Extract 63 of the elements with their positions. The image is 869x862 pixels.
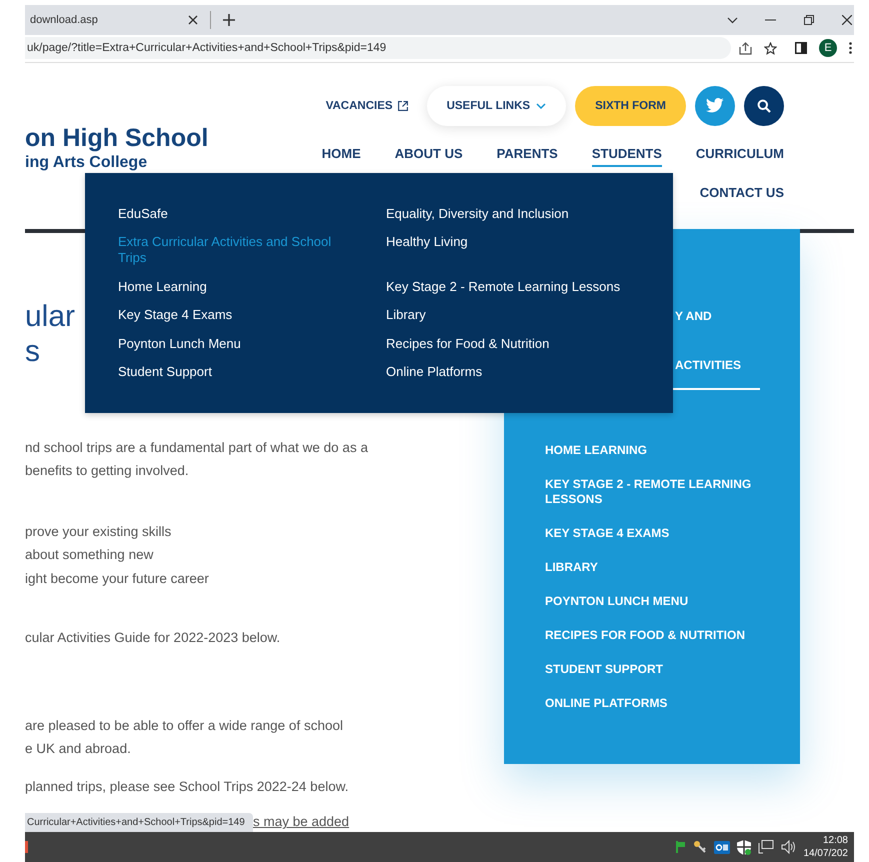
network-icon[interactable] xyxy=(758,840,774,854)
bird-icon xyxy=(706,98,724,114)
speaker-icon[interactable] xyxy=(780,840,796,854)
text-link[interactable]: s may be added xyxy=(253,814,350,830)
body-text: about something new xyxy=(25,546,154,564)
clock[interactable]: 12:08 14/07/202 xyxy=(804,834,848,860)
close-icon[interactable] xyxy=(188,15,198,25)
body-text: ight become your future career xyxy=(25,570,210,588)
school-subtitle: ing Arts College xyxy=(25,152,148,173)
nav-link[interactable]: CONTACT US xyxy=(700,184,784,206)
nav-link[interactable]: ABOUT US xyxy=(394,146,463,167)
dropdown-item[interactable]: Student Support xyxy=(118,364,358,380)
dropdown-item[interactable]: Extra Curricular Activities and School Trips xyxy=(118,234,358,266)
mail-app-icon[interactable] xyxy=(714,840,730,854)
dropdown-item[interactable]: Equality, Diversity and Inclusion xyxy=(386,206,673,222)
dropdown-item[interactable]: EduSafe xyxy=(118,206,358,222)
body-text: are pleased to be able to offer a wide range of school xyxy=(25,716,344,735)
page-heading: s xyxy=(25,334,40,369)
page-heading: ular xyxy=(25,298,76,334)
close-icon[interactable] xyxy=(842,15,852,25)
body-text: benefits to getting involved. xyxy=(25,462,190,480)
dropdown-item[interactable]: Poynton Lunch Menu xyxy=(118,336,358,352)
dropdown-item[interactable]: Library xyxy=(386,307,673,324)
search-button[interactable] xyxy=(744,86,784,126)
profile-avatar[interactable]: E xyxy=(819,39,837,58)
body-text: nd school trips are a fundamental part of what we do as a xyxy=(25,438,369,457)
body-text: planned trips, please see School Trips 2022-24 below. xyxy=(25,778,350,796)
app-icon[interactable] xyxy=(25,841,28,854)
chevron-down-icon[interactable] xyxy=(727,16,738,24)
useful-links-button[interactable]: USEFUL LINKS xyxy=(426,86,566,126)
flag-icon[interactable] xyxy=(676,841,686,854)
shield-icon[interactable] xyxy=(736,840,750,855)
dropdown-item[interactable]: Online Platforms xyxy=(386,364,673,380)
menu-icon[interactable] xyxy=(849,42,852,54)
dropdown-item[interactable]: Key Stage 2 - Remote Learning Lessons xyxy=(386,278,673,295)
share-icon[interactable] xyxy=(739,42,752,55)
nav-link[interactable]: CURRICULUM xyxy=(696,146,784,167)
vacancies-link[interactable]: VACANCIES xyxy=(326,100,408,112)
star-icon[interactable] xyxy=(764,42,777,55)
body-text: prove your existing skills xyxy=(25,522,172,541)
status-url-tooltip: Curricular+Activities+and+School+Trips&pid=149 xyxy=(25,813,253,832)
dropdown-item[interactable]: Healthy Living xyxy=(386,234,673,266)
plus-icon[interactable] xyxy=(223,14,235,26)
nav-link[interactable]: HOME xyxy=(322,146,361,167)
body-text: e UK and abroad. xyxy=(25,740,132,758)
minimize-icon[interactable] xyxy=(765,19,776,21)
browser-tab[interactable]: download.asp xyxy=(25,5,210,35)
chevron-down-icon xyxy=(536,102,546,109)
restore-icon[interactable] xyxy=(804,15,814,25)
dropdown-item[interactable]: Recipes for Food & Nutrition xyxy=(386,336,673,352)
dropdown-item[interactable]: Home Learning xyxy=(118,278,358,295)
bird-button[interactable] xyxy=(695,86,735,126)
side-panel-icon[interactable] xyxy=(795,42,807,54)
school-name: on High School xyxy=(25,122,208,153)
search-icon xyxy=(757,98,771,113)
key-icon[interactable] xyxy=(692,840,706,854)
body-text: cular Activities Guide for 2022-2023 below. xyxy=(25,629,282,648)
address-bar[interactable]: uk/page/?title=Extra+Curricular+Activities+and+School+Trips&pid=149 xyxy=(25,37,731,60)
nav-link[interactable]: PARENTS xyxy=(496,146,558,167)
sixth-form-button[interactable]: SIXTH FORM xyxy=(575,86,686,126)
nav-link[interactable]: STUDENTS xyxy=(592,146,662,167)
dropdown-item[interactable]: Key Stage 4 Exams xyxy=(118,307,358,324)
external-link-icon xyxy=(398,100,408,111)
